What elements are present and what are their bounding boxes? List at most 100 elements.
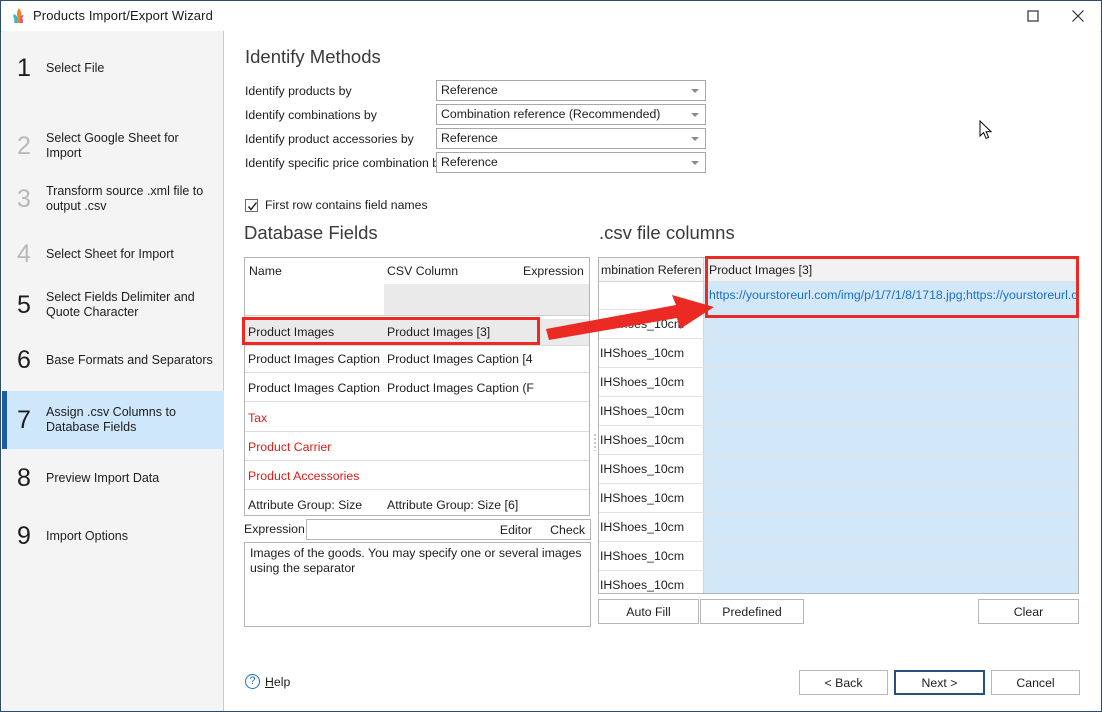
csv-row[interactable]: IHShoes_10cm [599,310,1078,339]
app-logo-icon [10,7,28,25]
expression-input[interactable]: Editor Check [306,519,591,540]
csv-cell-product-images[interactable]: https://yourstoreurl.com/img/p/1/7/1/8/1… [703,281,1078,309]
help-link[interactable]: ? Help [245,674,290,689]
step-label: Base Formats and Separators [46,352,213,367]
cell-name: Product Images [248,325,335,339]
close-button[interactable] [1055,1,1100,30]
csv-row[interactable]: IHShoes_10cm [599,571,1078,593]
csv-row[interactable]: IHShoes_10cm [599,397,1078,426]
first-row-checkbox[interactable] [245,198,258,212]
next-button[interactable]: Next > [894,670,985,695]
csv-cell-product-images[interactable] [703,455,1078,483]
title-bar: Products Import/Export Wizard [1,1,1101,32]
predefined-button[interactable]: Predefined [700,599,804,624]
sidebar-step-5[interactable]: 5 Select Fields Delimiter and Quote Char… [2,281,224,329]
label-identify-products-by: Identify products by [245,84,352,98]
sidebar-step-1[interactable]: 1 Select File [2,45,224,91]
csv-column-header-product-images[interactable]: Product Images [3] [709,263,812,277]
step-number: 1 [17,53,31,82]
table-row-attribute-group-size[interactable]: Attribute Group: Size Attribute Group: S… [245,492,589,515]
first-row-checkbox-label: First row contains field names [265,198,428,212]
csv-row[interactable]: IHShoes_10cm [599,484,1078,513]
step-label: Assign .csv Columns to Database Fields [46,405,176,434]
csv-row[interactable]: IHShoes_10cm [599,455,1078,484]
csv-cell-reference: IHShoes_10cm [600,404,685,418]
cell-name: Tax [248,411,268,425]
cell-csv-column: Product Images [3] [387,325,491,339]
csv-cell-product-images[interactable] [703,484,1078,512]
column-header-expression[interactable]: Expression [523,264,584,278]
chevron-down-icon [691,89,699,93]
table-row[interactable]: Product Images Caption Product Images Ca… [245,375,589,402]
cell-csv-column: Attribute Group: Size [6] [387,498,519,512]
identify-specific-price-combination-by-select[interactable]: Reference [436,152,706,173]
help-rest: elp [273,674,291,689]
csv-cell-product-images[interactable] [703,542,1078,570]
csv-row[interactable]: IHShoes_10cm [599,513,1078,542]
wizard-steps-sidebar: 1 Select File 2 Select Google Sheet for … [2,31,224,711]
chevron-down-icon [691,137,699,141]
sidebar-step-8[interactable]: 8 Preview Import Data [2,455,224,501]
sidebar-step-4[interactable]: 4 Select Sheet for Import [2,231,224,277]
csv-cell-reference: IHShoes_10cm [600,433,685,447]
cancel-button[interactable]: Cancel [991,670,1080,695]
maximize-button[interactable] [1010,1,1055,30]
csv-row[interactable]: IHShoes_10cm [599,542,1078,571]
csv-cell-reference: IHShoes_10cm [600,317,685,331]
csv-cell-product-images[interactable] [703,368,1078,396]
csv-columns-header: mbination Referen Product Images [3] [599,258,1078,282]
table-row-tax[interactable]: Tax [245,405,589,432]
table-row[interactable] [245,284,589,316]
label-identify-combinations-by: Identify combinations by [245,108,377,122]
sidebar-step-7[interactable]: 7 Assign .csv Columns to Database Fields [2,391,224,449]
sidebar-step-6[interactable]: 6 Base Formats and Separators [2,337,224,383]
csv-cell-url-value: https://yourstoreurl.com/img/p/1/7/1/8/1… [709,288,1079,302]
auto-fill-button[interactable]: Auto Fill [598,599,699,624]
csv-cell-product-images[interactable] [703,571,1078,593]
csv-row[interactable]: IHShoes_10cm [599,368,1078,397]
first-row-contains-field-names-row[interactable]: First row contains field names [245,198,428,212]
csv-row-selected[interactable]: https://yourstoreurl.com/img/p/1/7/1/8/1… [599,281,1078,310]
label-identify-specific-price-combination-by: Identify specific price combination by [245,156,446,170]
csv-columns-grid[interactable]: mbination Referen Product Images [3] htt… [598,257,1079,594]
csv-row[interactable]: IHShoes_10cm [599,339,1078,368]
step-label: Import Options [46,528,128,543]
help-label: Help [265,675,290,689]
step-number: 4 [17,239,31,268]
sidebar-step-2[interactable]: 2 Select Google Sheet for Import [2,123,224,169]
chevron-down-icon [691,113,699,117]
identify-combinations-by-select[interactable]: Combination reference (Recommended) [436,104,706,125]
csv-cell-product-images[interactable] [703,513,1078,541]
identify-product-accessories-by-select[interactable]: Reference [436,128,706,149]
cell-csv-column: Product Images Caption [4 [387,352,533,366]
sidebar-step-3[interactable]: 3 Transform source .xml file to output .… [2,175,224,223]
step-number: 2 [17,131,31,160]
expression-editor-button[interactable]: Editor [500,523,532,537]
sidebar-step-9[interactable]: 9 Import Options [2,513,224,559]
database-fields-grid[interactable]: Name CSV Column Expression Product Image… [244,257,590,516]
identify-products-by-select[interactable]: Reference [436,80,706,101]
chevron-down-icon [691,161,699,165]
step-number: 7 [17,405,31,434]
expression-check-button[interactable]: Check [550,523,585,537]
select-value: Reference [441,131,498,145]
wizard-window: Products Import/Export Wizard 1 Select F… [0,0,1102,712]
column-header-name[interactable]: Name [249,264,282,278]
step-label: Transform source .xml file to output .cs… [46,184,204,213]
back-button[interactable]: < Back [799,670,888,695]
csv-column-header-combination-reference[interactable]: mbination Referen [601,263,701,277]
table-row-product-images[interactable]: Product Images Product Images [3] [245,319,589,346]
table-row-product-accessories[interactable]: Product Accessories [245,463,589,490]
table-row[interactable]: Product Images Caption Product Images Ca… [245,346,589,373]
csv-cell-product-images[interactable] [703,426,1078,454]
select-value: Reference [441,155,498,169]
clear-button[interactable]: Clear [978,599,1079,624]
table-row-product-carrier[interactable]: Product Carrier [245,434,589,461]
column-header-csv-column[interactable]: CSV Column [387,264,458,278]
csv-cell-product-images[interactable] [703,397,1078,425]
csv-row[interactable]: IHShoes_10cm [599,426,1078,455]
database-fields-title: Database Fields [244,222,378,243]
csv-cell-product-images[interactable] [703,339,1078,367]
question-mark-icon: ? [245,674,260,689]
csv-cell-product-images[interactable] [703,310,1078,338]
